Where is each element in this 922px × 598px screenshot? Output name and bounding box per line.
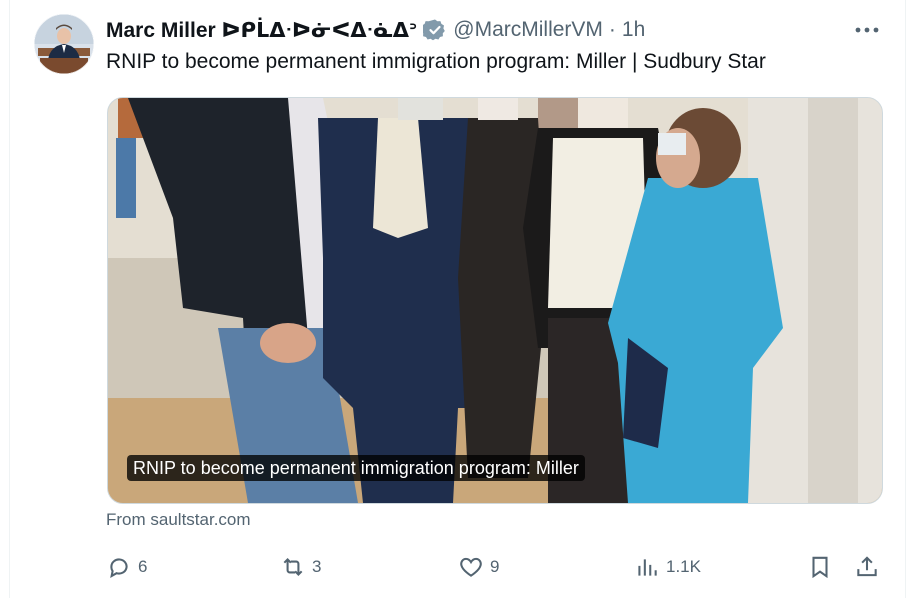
retweet-count: 3	[312, 557, 322, 576]
author-name[interactable]: Marc Miller ᐅᑭᒫᐃᐧᐅᓃᐸᐃᐧᓈᐃᐣ	[106, 18, 417, 43]
reply-icon	[110, 558, 128, 578]
heart-icon	[460, 557, 482, 577]
link-source[interactable]: From saultstar.com	[106, 510, 251, 530]
photo-people-in-hallway	[108, 98, 882, 503]
share-button[interactable]	[854, 551, 880, 583]
timeline-border-left	[9, 0, 10, 598]
link-card-caption: RNIP to become permanent immigration pro…	[127, 455, 585, 481]
tweet[interactable]: Marc Miller ᐅᑭᒫᐃᐧᐅᓃᐸᐃᐧᓈᐃᐣ @MarcMillerVM …	[0, 0, 922, 598]
tweet-timestamp[interactable]: 1h	[622, 18, 645, 42]
bookmark-button[interactable]	[807, 551, 833, 583]
tweet-header: Marc Miller ᐅᑭᒫᐃᐧᐅᓃᐸᐃᐧᓈᐃᐣ @MarcMillerVM …	[106, 14, 645, 46]
verified-badge-icon[interactable]	[421, 18, 447, 42]
views-button[interactable]: 1.1K	[634, 551, 701, 583]
views-icon	[638, 559, 657, 576]
like-button[interactable]: 9	[458, 551, 499, 583]
avatar[interactable]	[34, 14, 94, 74]
link-card-image[interactable]: RNIP to become permanent immigration pro…	[107, 97, 883, 504]
more-horizontal-icon[interactable]	[852, 18, 882, 42]
share-icon	[857, 556, 877, 577]
action-bar: 6 3 9 1.1K	[0, 551, 922, 583]
author-handle[interactable]: @MarcMillerVM	[453, 18, 603, 42]
views-count: 1.1K	[666, 557, 701, 576]
retweet-button[interactable]: 3	[280, 551, 321, 583]
like-count: 9	[490, 557, 500, 576]
reply-button[interactable]: 6	[106, 551, 147, 583]
avatar-image	[34, 14, 94, 74]
tweet-text: RNIP to become permanent immigration pro…	[106, 50, 766, 73]
timeline-border-right	[905, 0, 906, 598]
separator-dot: ·	[608, 18, 616, 41]
bookmark-icon	[812, 556, 828, 579]
reply-count: 6	[138, 557, 148, 576]
retweet-icon	[283, 557, 303, 577]
